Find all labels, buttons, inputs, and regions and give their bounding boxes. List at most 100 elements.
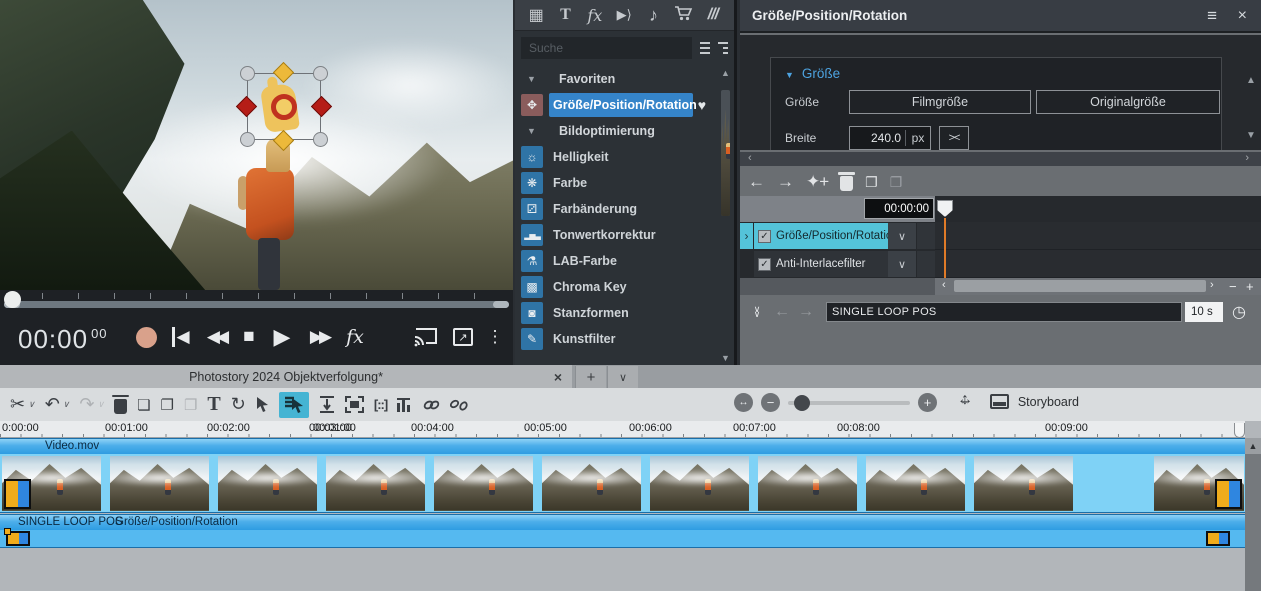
title-tool-icon[interactable]: T bbox=[207, 393, 220, 416]
frame-grid-tool-icon[interactable] bbox=[345, 396, 364, 413]
copy-icon[interactable]: ❐ bbox=[161, 396, 174, 414]
storyboard-monitor-icon[interactable] bbox=[990, 394, 1009, 409]
effect-item-chroma-key[interactable]: ▩ Chroma Key bbox=[515, 274, 734, 300]
undo-icon[interactable]: ↶∨ bbox=[45, 394, 70, 415]
panel-close-icon[interactable]: × bbox=[1238, 7, 1247, 25]
paste-icon[interactable]: ❐ bbox=[184, 396, 197, 414]
scroll-up-icon[interactable]: ▲ bbox=[719, 68, 732, 78]
range-end-marker[interactable] bbox=[1234, 423, 1245, 438]
effect-start-marker[interactable] bbox=[6, 531, 30, 546]
timeline-vscrollbar[interactable]: ▲ bbox=[1245, 438, 1261, 591]
play-button[interactable]: ▶ bbox=[268, 322, 296, 352]
mouse-mode-tool-active[interactable] bbox=[279, 392, 309, 418]
prev-effect-icon[interactable]: ← bbox=[774, 303, 790, 321]
video-preview[interactable] bbox=[0, 0, 513, 290]
scroll-down-icon[interactable]: ▼ bbox=[719, 353, 732, 363]
next-effect-icon[interactable]: → bbox=[798, 303, 814, 321]
keyframe-lane[interactable] bbox=[935, 250, 1261, 278]
effects-scrollbar[interactable]: ▲ ▼ bbox=[719, 68, 732, 363]
effect-item-lab-farbe[interactable]: ⚗ LAB-Farbe bbox=[515, 248, 734, 274]
effect-item-farbe[interactable]: ❋ Farbe bbox=[515, 170, 734, 196]
extract-icon[interactable]: ❏ bbox=[137, 396, 150, 414]
fit-width-button[interactable]: >< bbox=[939, 126, 969, 150]
list-view-icon[interactable] bbox=[700, 42, 710, 54]
search-input[interactable] bbox=[521, 37, 692, 59]
rewind-button[interactable]: ◀◀ bbox=[200, 322, 232, 352]
seek-track[interactable] bbox=[4, 301, 509, 308]
collapse-panel-icon[interactable]: ∨∨ bbox=[748, 307, 766, 317]
more-tools-icon[interactable]: /// bbox=[704, 6, 722, 24]
clip-thumbnail[interactable] bbox=[1154, 456, 1244, 511]
effect-item-stanzformen[interactable]: ◙ Stanzformen bbox=[515, 300, 734, 326]
row-chevron-icon[interactable]: ∨ bbox=[888, 251, 916, 277]
store-cart-icon[interactable] bbox=[674, 5, 693, 26]
timeline-ruler[interactable]: 0:00:00 00:01:00 00:01:00 00:01:00 00:02… bbox=[0, 421, 1245, 438]
skip-start-button[interactable]: ◀ bbox=[168, 322, 194, 352]
effects-icon[interactable]: fx bbox=[586, 6, 604, 25]
clip-thumbnail[interactable] bbox=[218, 456, 317, 511]
preview-fx-button[interactable]: fx bbox=[340, 322, 370, 352]
scroll-right-icon[interactable]: › bbox=[1210, 279, 1214, 291]
favorite-heart-icon[interactable]: ♥ bbox=[698, 97, 706, 113]
effect-end-marker[interactable] bbox=[1206, 531, 1230, 546]
delete-icon[interactable] bbox=[114, 396, 127, 414]
redo-icon[interactable]: ↷∨ bbox=[79, 394, 104, 415]
panel-menu-icon[interactable]: ≡ bbox=[1207, 6, 1217, 26]
zoom-in-icon[interactable]: + bbox=[918, 393, 937, 412]
corner-handle-br[interactable] bbox=[313, 132, 328, 147]
row-expander-icon[interactable]: › bbox=[740, 223, 753, 249]
fast-forward-button[interactable]: ▶▶ bbox=[302, 322, 336, 352]
size-section-header[interactable]: ▼Größe bbox=[785, 66, 840, 81]
zoom-in-icon[interactable]: + bbox=[1246, 279, 1254, 294]
keyframe-row-anti-interlace[interactable]: ✓Anti-Interlacefilter ∨ bbox=[740, 250, 1261, 278]
effect-item-groesse-position-rotation[interactable]: ✥ Größe/Position/Rotation ♥ bbox=[515, 92, 734, 118]
record-button[interactable] bbox=[133, 322, 159, 352]
corner-handle-bl[interactable] bbox=[240, 132, 255, 147]
video-track-thumbnails[interactable] bbox=[0, 454, 1245, 513]
stop-button[interactable]: ■ bbox=[236, 322, 262, 352]
clip-thumbnail[interactable] bbox=[2, 456, 101, 511]
project-tab[interactable]: Photostory 2024 Objektverfolgung* × bbox=[0, 365, 572, 388]
storyboard-label[interactable]: Storyboard bbox=[1018, 395, 1079, 409]
seek-bar[interactable] bbox=[0, 290, 513, 312]
effect-item-farbaenderung[interactable]: ⚂ Farbänderung bbox=[515, 196, 734, 222]
scroll-up-icon[interactable]: ▲ bbox=[1245, 438, 1261, 454]
category-favoriten[interactable]: ▼ Favoriten bbox=[515, 66, 734, 92]
row-chevron-icon[interactable]: ∨ bbox=[888, 223, 916, 249]
copy-keyframe-icon[interactable]: ❐ bbox=[865, 174, 878, 191]
cast-icon[interactable] bbox=[410, 322, 442, 352]
keyframe-playhead[interactable] bbox=[937, 200, 953, 217]
effect-name-field[interactable]: SINGLE LOOP POS bbox=[826, 302, 1182, 322]
clip-end-marker[interactable] bbox=[1215, 479, 1242, 509]
keyframe-hscrollbar[interactable]: ‹ › bbox=[740, 152, 1261, 166]
effect-item-kunstfilter[interactable]: ✎ Kunstfilter bbox=[515, 326, 734, 352]
effect-track-body[interactable] bbox=[0, 530, 1245, 548]
next-keyframe-icon[interactable]: → bbox=[777, 172, 794, 192]
clip-thumbnail[interactable] bbox=[866, 456, 965, 511]
keyframe-row-size-position[interactable]: › ✓Größe/Position/Rotation ∨ bbox=[740, 222, 1261, 250]
add-keyframe-icon[interactable]: ✦+ bbox=[806, 172, 828, 192]
stretch-tool-icon[interactable] bbox=[319, 396, 335, 413]
media-pool-icon[interactable]: ▦ bbox=[527, 5, 545, 25]
tab-list-dropdown-icon[interactable]: ∨ bbox=[607, 366, 638, 388]
scrollbar-thumb[interactable] bbox=[954, 280, 1206, 292]
category-bildoptimierung[interactable]: ▼ Bildoptimierung bbox=[515, 118, 734, 144]
corner-handle-tl[interactable] bbox=[240, 66, 255, 81]
zoom-slider-knob[interactable] bbox=[794, 395, 810, 411]
keyframe-time-field[interactable]: 00:00:00 bbox=[864, 198, 934, 219]
effect-track-header[interactable]: SINGLE LOOP POS Größe/Position/Rotation bbox=[0, 514, 1245, 530]
keyframe-bottom-scrollbar[interactable]: ‹ › − + bbox=[740, 278, 1261, 295]
film-size-button[interactable]: Filmgröße bbox=[849, 90, 1031, 114]
clip-thumbnail[interactable] bbox=[650, 456, 749, 511]
clip-thumbnail[interactable] bbox=[758, 456, 857, 511]
clip-thumbnail[interactable] bbox=[110, 456, 209, 511]
clip-thumbnail[interactable] bbox=[434, 456, 533, 511]
transitions-icon[interactable]: ▶⟩ bbox=[615, 7, 633, 23]
zoom-fit-icon[interactable]: ↔ bbox=[734, 393, 753, 412]
seek-knob[interactable] bbox=[4, 291, 21, 308]
tree-view-icon[interactable] bbox=[718, 42, 728, 54]
tab-close-icon[interactable]: × bbox=[554, 369, 562, 385]
original-size-button[interactable]: Originalgröße bbox=[1036, 90, 1220, 114]
width-input[interactable]: 240.0 px bbox=[849, 126, 931, 150]
clip-start-marker[interactable] bbox=[4, 479, 31, 509]
